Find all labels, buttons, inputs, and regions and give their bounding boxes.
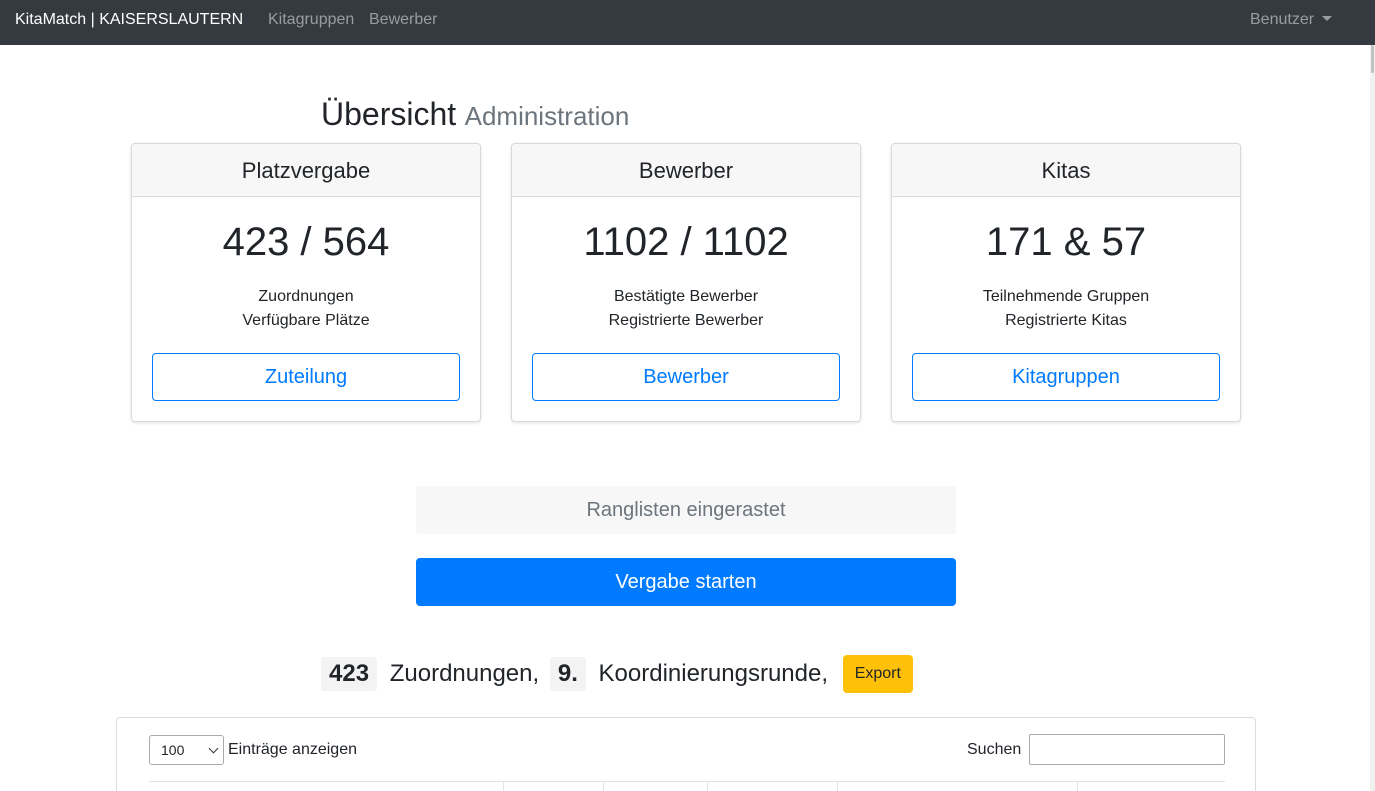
page-length-label: Einträge anzeigen bbox=[228, 741, 357, 758]
allocation-summary: 423 Zuordnungen, 9. Koordinierungsrunde,… bbox=[321, 655, 913, 693]
user-menu-dropdown[interactable]: Benutzer bbox=[1250, 11, 1333, 29]
round-number-badge: 9. bbox=[549, 657, 586, 691]
assignments-table-panel: 100 Einträge anzeigen Suchen bbox=[116, 717, 1256, 791]
card-bewerber: Bewerber 1102 / 1102 Bestätigte Bewerber… bbox=[511, 143, 861, 422]
page-title: Übersicht bbox=[321, 96, 457, 132]
bewerber-button[interactable]: Bewerber bbox=[532, 353, 840, 401]
card-description: Bestätigte Bewerber Registrierte Bewerbe… bbox=[512, 285, 860, 333]
ranking-status-box: Ranglisten eingerastet bbox=[416, 486, 956, 534]
user-menu-label: Benutzer bbox=[1250, 11, 1315, 28]
column-separator bbox=[1077, 781, 1078, 791]
search-input[interactable] bbox=[1029, 734, 1225, 765]
nav-link-kitagruppen[interactable]: Kitagruppen bbox=[268, 11, 354, 29]
card-value: 423 / 564 bbox=[222, 220, 390, 264]
card-description-line: Zuordnungen bbox=[258, 288, 354, 305]
page-length-value: 100 bbox=[161, 742, 185, 758]
column-separator bbox=[837, 781, 838, 791]
start-allocation-button[interactable]: Vergabe starten bbox=[416, 558, 956, 606]
top-navbar: KitaMatch | KAISERSLAUTERN Kitagruppen B… bbox=[0, 0, 1375, 45]
page-subtitle: Administration bbox=[464, 101, 630, 131]
assignment-count-badge: 423 bbox=[321, 657, 378, 691]
table-header-divider bbox=[149, 781, 1225, 782]
page-scrollbar[interactable] bbox=[1370, 45, 1375, 791]
card-description-line: Registrierte Kitas bbox=[1005, 312, 1127, 329]
card-header: Bewerber bbox=[512, 144, 860, 197]
chevron-down-icon bbox=[208, 743, 219, 754]
search-label: Suchen bbox=[967, 741, 1022, 758]
column-separator bbox=[503, 781, 504, 791]
card-description-line: Teilnehmende Gruppen bbox=[982, 288, 1150, 305]
card-description-line: Verfügbare Plätze bbox=[242, 312, 370, 329]
scrollbar-thumb[interactable] bbox=[1371, 45, 1374, 73]
zuteilung-button[interactable]: Zuteilung bbox=[152, 353, 460, 401]
card-header: Kitas bbox=[892, 144, 1240, 197]
column-separator bbox=[603, 781, 604, 791]
card-platzvergabe: Platzvergabe 423 / 564 Zuordnungen Verfü… bbox=[131, 143, 481, 422]
kitagruppen-button[interactable]: Kitagruppen bbox=[912, 353, 1220, 401]
card-description: Zuordnungen Verfügbare Plätze bbox=[132, 285, 480, 333]
column-separator bbox=[707, 781, 708, 791]
card-kitas: Kitas 171 & 57 Teilnehmende Gruppen Regi… bbox=[891, 143, 1241, 422]
export-button[interactable]: Export bbox=[842, 655, 913, 693]
assignment-count-label: Zuordnungen, bbox=[389, 660, 540, 687]
card-description: Teilnehmende Gruppen Registrierte Kitas bbox=[892, 285, 1240, 333]
page-length-select[interactable]: 100 bbox=[149, 735, 224, 765]
page-heading: Übersicht Administration bbox=[321, 96, 629, 133]
caret-down-icon bbox=[1322, 16, 1333, 21]
card-description-line: Bestätigte Bewerber bbox=[613, 288, 759, 305]
card-description-line: Registrierte Bewerber bbox=[608, 312, 764, 329]
nav-link-bewerber[interactable]: Bewerber bbox=[369, 11, 437, 29]
card-value: 1102 / 1102 bbox=[583, 220, 789, 264]
card-value: 171 & 57 bbox=[985, 220, 1147, 264]
round-label: Koordinierungsrunde, bbox=[598, 660, 829, 687]
brand-link[interactable]: KitaMatch | KAISERSLAUTERN bbox=[15, 11, 243, 29]
card-header: Platzvergabe bbox=[132, 144, 480, 197]
